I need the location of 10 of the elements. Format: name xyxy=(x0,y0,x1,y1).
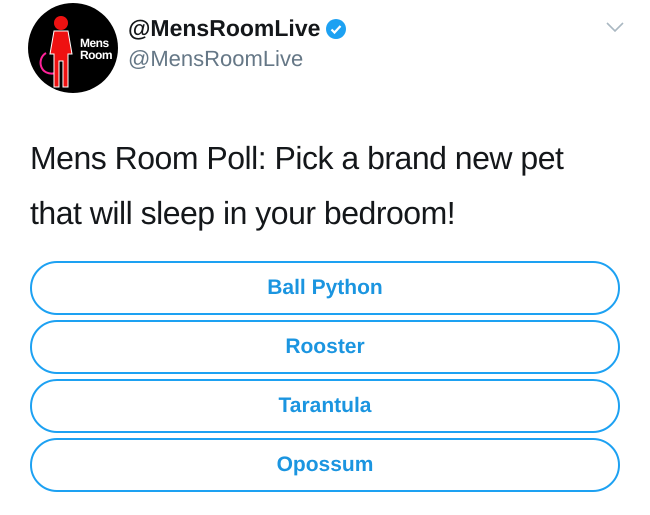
poll-option[interactable]: Opossum xyxy=(30,438,620,492)
logo-text: Room xyxy=(80,49,112,61)
tweet-text: Mens Room Poll: Pick a brand new pet that will sleep in your bedroom! xyxy=(30,139,565,233)
poll-option[interactable]: Tarantula xyxy=(30,379,620,433)
poll-option[interactable]: Rooster xyxy=(30,320,620,374)
display-name[interactable]: @MensRoomLive xyxy=(128,15,320,42)
poll-option[interactable]: Ball Python xyxy=(30,261,620,315)
chevron-down-icon[interactable] xyxy=(606,22,624,32)
user-handle: @MensRoomLive xyxy=(128,46,304,72)
logo-text: Mens xyxy=(80,37,110,49)
